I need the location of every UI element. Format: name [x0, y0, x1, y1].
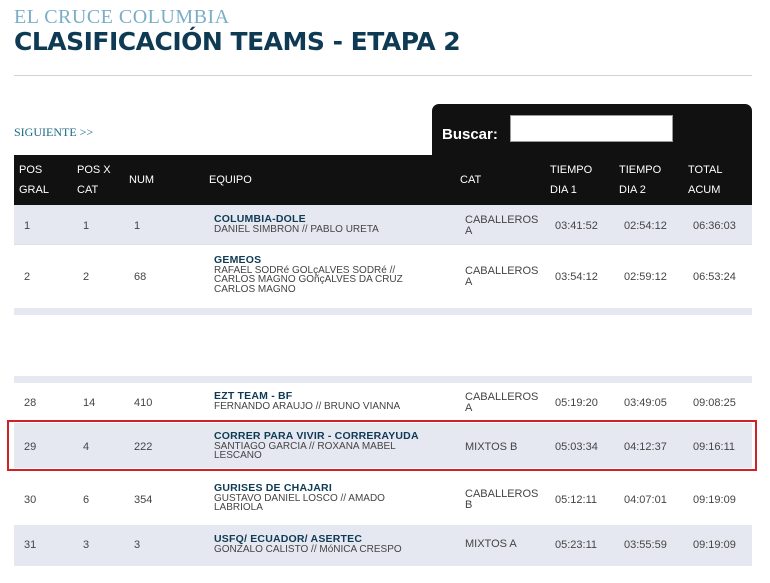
- pos-gral-cell: 28: [24, 397, 37, 409]
- row-gap-divider: [14, 376, 752, 383]
- num-cell: 1: [134, 220, 141, 232]
- table-row[interactable]: 30 6 354 GURISES DE CHAJARI GUSTAVO DANI…: [14, 475, 752, 525]
- col-header-pos-gral[interactable]: POS GRAL: [19, 160, 49, 200]
- category-cell: CABALLEROS A: [465, 391, 539, 414]
- time-day1-cell: 03:54:12: [555, 271, 598, 283]
- category-cell: CABALLEROS A: [465, 265, 539, 288]
- num-cell: 354: [134, 494, 153, 506]
- search-panel: Buscar:: [432, 104, 752, 156]
- team-cell: USFQ/ ECUADOR/ ASERTEC GONZALO CALISTO /…: [214, 534, 402, 555]
- team-members: CARLOS MAGNO: [214, 283, 296, 295]
- pos-cat-cell: 3: [83, 539, 90, 551]
- pos-gral-cell: 1: [24, 220, 31, 232]
- num-cell: 68: [134, 271, 147, 283]
- table-row[interactable]: 2 2 68 GEMEOS RAFAEL SODRé GOLçALVES SOD…: [14, 245, 752, 308]
- team-members: DANIEL SIMBRON // PABLO URETA: [214, 223, 379, 235]
- team-members: GONZALO CALISTO // MóNICA CRESPO: [214, 543, 402, 555]
- pos-cat-cell: 14: [83, 397, 96, 409]
- pos-cat-cell: 2: [83, 271, 90, 283]
- pos-gral-cell: 31: [24, 539, 37, 551]
- time-day2-cell: 03:49:05: [624, 397, 667, 409]
- team-members: LABRIOLA: [214, 502, 263, 513]
- team-cell: EZT TEAM - BF FERNANDO ARAUJO // BRUNO V…: [214, 391, 401, 412]
- total-time-cell: 06:36:03: [693, 220, 736, 232]
- col-header-equipo[interactable]: EQUIPO: [209, 170, 252, 190]
- total-time-cell: 06:53:24: [693, 271, 736, 283]
- time-day1-cell: 05:23:11: [555, 539, 598, 551]
- row-gap-divider: [14, 308, 752, 315]
- pos-cat-cell: 6: [83, 494, 90, 506]
- category-cell: MIXTOS A: [465, 538, 517, 550]
- num-cell: 410: [134, 397, 153, 409]
- pos-gral-cell: 2: [24, 271, 31, 283]
- col-header-dia1[interactable]: TIEMPO DIA 1: [550, 160, 592, 200]
- team-cell: GURISES DE CHAJARI GUSTAVO DANIEL LOSCO …: [214, 483, 385, 513]
- table-row[interactable]: 1 1 1 COLUMBIA-DOLE DANIEL SIMBRON // PA…: [14, 205, 752, 245]
- search-input[interactable]: [510, 115, 673, 142]
- category-cell: CABALLEROS B: [465, 488, 539, 511]
- time-day2-cell: 04:07:01: [624, 494, 667, 506]
- page-title: CLASIFICACIÓN TEAMS - ETAPA 2: [14, 27, 461, 56]
- time-day1-cell: 05:19:20: [555, 397, 598, 409]
- pos-cat-cell: 1: [83, 220, 90, 232]
- total-time-cell: 09:19:09: [693, 539, 736, 551]
- num-cell: 3: [134, 539, 141, 551]
- event-supertitle: EL CRUCE COLUMBIA: [14, 6, 230, 28]
- team-cell: GEMEOS RAFAEL SODRé GOLçALVES SODRé // C…: [214, 255, 403, 295]
- team-members: FERNANDO ARAUJO // BRUNO VIANNA: [214, 400, 401, 412]
- col-header-dia2[interactable]: TIEMPO DIA 2: [619, 160, 661, 200]
- time-day2-cell: 02:54:12: [624, 220, 667, 232]
- table-row[interactable]: 31 3 3 USFQ/ ECUADOR/ ASERTEC GONZALO CA…: [14, 525, 752, 566]
- highlight-box: [7, 420, 757, 471]
- col-header-total[interactable]: TOTAL ACUM: [688, 160, 722, 200]
- total-time-cell: 09:19:09: [693, 494, 736, 506]
- title-divider: [14, 75, 752, 76]
- col-header-pos-cat[interactable]: POS X CAT: [77, 160, 111, 200]
- time-day1-cell: 05:12:11: [555, 494, 598, 506]
- total-time-cell: 09:08:25: [693, 397, 736, 409]
- time-day2-cell: 03:55:59: [624, 539, 667, 551]
- next-page-link[interactable]: SIGUIENTE >>: [14, 125, 93, 140]
- col-header-num[interactable]: NUM: [129, 170, 154, 190]
- pos-gral-cell: 30: [24, 494, 37, 506]
- table-row[interactable]: 28 14 410 EZT TEAM - BF FERNANDO ARAUJO …: [14, 383, 752, 423]
- team-cell: COLUMBIA-DOLE DANIEL SIMBRON // PABLO UR…: [214, 214, 379, 235]
- search-label: Buscar:: [442, 126, 498, 143]
- time-day1-cell: 03:41:52: [555, 220, 598, 232]
- category-cell: CABALLEROS A: [465, 214, 539, 237]
- time-day2-cell: 02:59:12: [624, 271, 667, 283]
- table-row[interactable]: [14, 568, 752, 583]
- table-header: POS GRAL POS X CAT NUM EQUIPO CAT TIEMPO DI…: [14, 155, 752, 205]
- col-header-cat[interactable]: CAT: [460, 170, 481, 190]
